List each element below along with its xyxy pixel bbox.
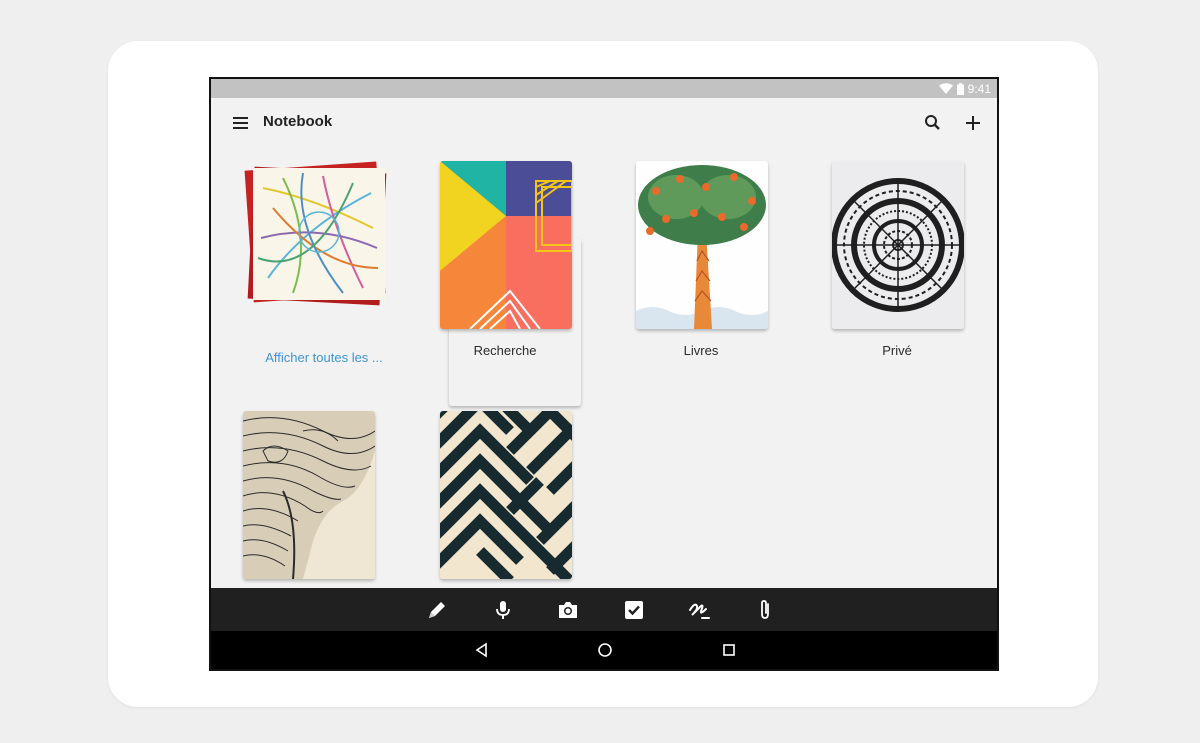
wifi-icon (938, 83, 953, 94)
add-icon[interactable] (962, 112, 984, 134)
notebook-label: Livres (683, 343, 719, 358)
microphone-icon[interactable] (491, 598, 515, 622)
elephant-cover-art (243, 411, 375, 579)
pencil-icon[interactable] (425, 598, 449, 622)
battery-icon (956, 82, 964, 95)
system-nav-bar (211, 631, 997, 669)
bottom-toolbar (211, 588, 997, 631)
app-bar: Notebook (211, 98, 997, 150)
mandala-cover-art (832, 161, 964, 329)
status-bar: 9:41 (211, 79, 997, 98)
notebook-all-notes[interactable]: Afficher toutes les ... (241, 158, 387, 368)
notebook-prive-cover[interactable] (832, 161, 964, 329)
page-title: Notebook (263, 113, 333, 130)
notebook-recherche-cover[interactable] (440, 161, 572, 329)
geometric-cover-art (440, 161, 572, 329)
notebook-label: Afficher toutes les ... (265, 350, 383, 365)
checkbox-icon[interactable] (622, 598, 646, 622)
attachment-icon[interactable] (753, 598, 777, 622)
notebook-label: Privé (882, 343, 912, 358)
notebook-label: Recherche (473, 343, 537, 358)
handwriting-icon[interactable] (687, 598, 711, 622)
camera-icon[interactable] (556, 598, 580, 622)
search-icon[interactable] (923, 113, 943, 133)
notebook-cover-metro-map (241, 158, 391, 308)
menu-icon[interactable] (232, 114, 250, 132)
recents-icon[interactable] (720, 641, 738, 659)
home-icon[interactable] (596, 641, 614, 659)
notebook-zigzag-cover[interactable] (440, 411, 572, 579)
notebook-elephant-cover[interactable] (243, 411, 375, 579)
tree-cover-art (636, 161, 768, 329)
status-time: 9:41 (967, 81, 991, 96)
zigzag-cover-art (440, 411, 572, 579)
notebook-livres-cover[interactable] (636, 161, 768, 329)
back-icon[interactable] (473, 641, 491, 659)
